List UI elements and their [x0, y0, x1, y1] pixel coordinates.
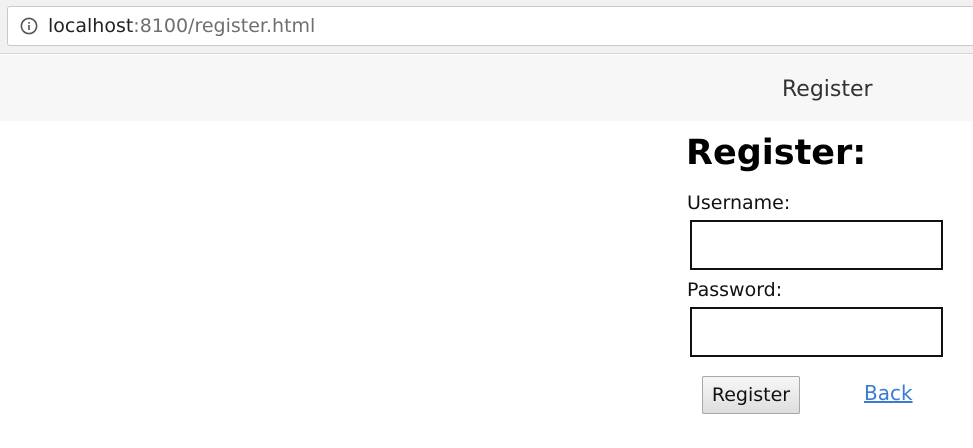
header-title: Register	[782, 77, 873, 102]
browser-chrome: localhost:8100/register.html	[0, 0, 973, 54]
username-label: Username:	[687, 192, 791, 214]
password-input[interactable]	[690, 307, 943, 357]
form-heading: Register:	[686, 133, 867, 173]
url-text[interactable]: localhost:8100/register.html	[48, 15, 315, 37]
address-bar[interactable]: localhost:8100/register.html	[7, 6, 973, 46]
url-host: localhost	[48, 15, 134, 37]
username-input[interactable]	[690, 220, 943, 270]
register-form: Register: Username: Password: Register B…	[0, 121, 973, 448]
info-icon[interactable]	[20, 17, 38, 35]
back-link[interactable]: Back	[864, 381, 913, 405]
register-button[interactable]: Register	[702, 376, 800, 414]
page-header: Register	[0, 55, 973, 121]
password-label: Password:	[687, 279, 783, 301]
url-path: :8100/register.html	[133, 15, 316, 37]
